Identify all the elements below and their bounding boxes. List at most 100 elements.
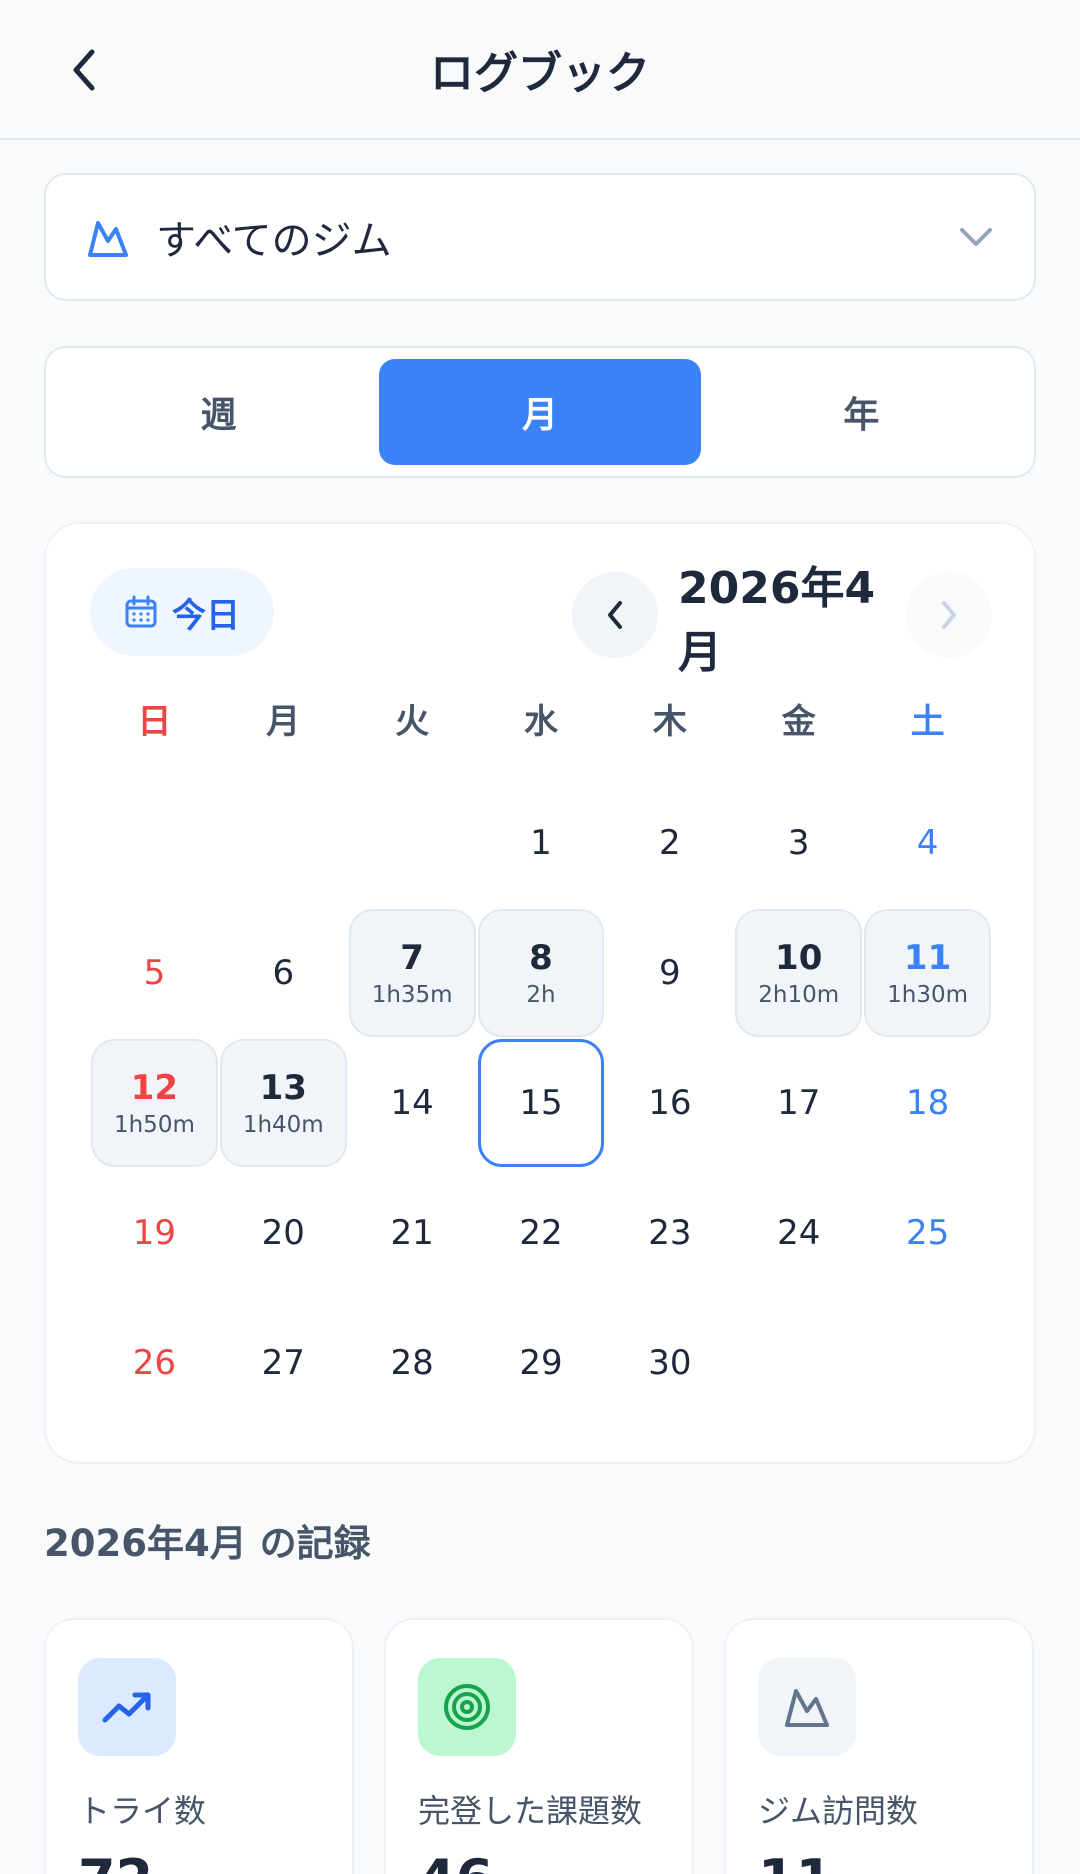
calendar-day[interactable]: 20	[220, 1169, 347, 1297]
session-duration: 1h50m	[113, 1112, 195, 1138]
back-button[interactable]	[58, 40, 110, 100]
calendar-day[interactable]: 5	[91, 909, 218, 1037]
stat-value: 46	[418, 1848, 493, 1874]
page-title: ログブック	[430, 48, 650, 99]
weekday-label: 日	[137, 701, 172, 742]
stat-value: 11	[758, 1848, 833, 1874]
tab-month[interactable]: 月	[379, 359, 701, 465]
stat-card-gym-visits: ジム訪問数 11	[724, 1618, 1034, 1874]
day-number: 25	[905, 1213, 950, 1253]
calendar-grid: 1 2 3 4 5 6 7 1h35m 8 2h 9 10 2h10m 11 1h30m 12 1h50m 13 1…	[90, 778, 992, 1428]
session-duration: 2h	[526, 982, 556, 1008]
weekday-label: 土	[910, 701, 945, 742]
calendar-day[interactable]: 27	[220, 1299, 347, 1427]
session-duration: 2h10m	[758, 982, 840, 1008]
day-number: 28	[390, 1343, 434, 1383]
calendar-day[interactable]: 26	[91, 1299, 218, 1427]
calendar-day[interactable]: 16	[606, 1039, 733, 1167]
target-icon	[418, 1658, 516, 1756]
calendar-day[interactable]: 8 2h	[477, 909, 605, 1037]
next-month-button[interactable]	[906, 572, 992, 658]
day-number: 27	[261, 1343, 305, 1383]
day-number: 5	[143, 953, 166, 993]
day-number: 21	[390, 1213, 434, 1253]
calendar-day[interactable]: 15	[477, 1039, 605, 1167]
day-number: 1	[530, 823, 552, 863]
calendar-day[interactable]: 18	[864, 1039, 991, 1167]
calendar-day[interactable]: 2	[606, 779, 733, 907]
calendar-empty-cell	[349, 779, 476, 907]
day-number: 29	[519, 1343, 563, 1383]
calendar-day[interactable]: 10 2h10m	[735, 909, 863, 1037]
mountain-icon	[88, 221, 128, 257]
calendar-day[interactable]: 19	[91, 1169, 218, 1297]
today-button[interactable]: 今日	[90, 568, 274, 656]
day-number: 3	[787, 823, 810, 863]
trending-up-icon	[78, 1658, 176, 1756]
tab-year[interactable]: 年	[701, 359, 1022, 465]
day-number: 30	[648, 1343, 692, 1383]
day-number: 10	[775, 938, 823, 978]
day-number: 16	[648, 1083, 692, 1123]
summary-title: 2026年4月 の記録	[44, 1522, 371, 1565]
calendar-day[interactable]: 23	[606, 1169, 733, 1297]
chevron-down-icon	[960, 228, 992, 246]
calendar-day[interactable]: 22	[478, 1169, 605, 1297]
calendar-day[interactable]: 3	[735, 779, 862, 907]
calendar-day[interactable]: 13 1h40m	[219, 1039, 347, 1167]
day-number: 23	[648, 1213, 692, 1253]
gym-filter-select[interactable]: すべてのジム	[44, 173, 1036, 301]
mountain-icon	[758, 1658, 856, 1756]
day-number: 7	[400, 938, 424, 978]
chevron-right-icon	[942, 601, 956, 629]
day-number: 12	[130, 1068, 179, 1108]
calendar-day[interactable]: 25	[864, 1169, 991, 1297]
month-label: 2026年4月	[678, 563, 876, 678]
session-duration: 1h40m	[242, 1112, 324, 1138]
chevron-left-icon	[608, 601, 622, 629]
calendar-day[interactable]: 21	[349, 1169, 476, 1297]
day-number: 2	[659, 823, 681, 863]
tab-week[interactable]: 週	[58, 359, 379, 465]
day-number: 18	[905, 1083, 950, 1123]
day-number: 15	[519, 1083, 563, 1123]
calendar-day[interactable]: 6	[220, 909, 347, 1037]
prev-month-button[interactable]	[572, 572, 658, 658]
day-number: 14	[390, 1083, 434, 1123]
stat-label: ジム訪問数	[758, 1792, 919, 1830]
calendar-day[interactable]: 12 1h50m	[91, 1039, 218, 1167]
day-number: 6	[272, 953, 295, 993]
day-number: 9	[659, 953, 681, 993]
weekday-label: 木	[652, 701, 687, 742]
gym-filter-label: すべてのジム	[156, 218, 392, 264]
session-duration: 1h30m	[887, 982, 969, 1008]
calendar-day[interactable]: 4	[864, 779, 991, 907]
stat-card-tries: トライ数 72	[44, 1618, 354, 1874]
calendar-day[interactable]: 11 1h30m	[864, 909, 991, 1037]
session-duration: 1h35m	[371, 982, 453, 1008]
calendar-day[interactable]: 30	[606, 1299, 733, 1427]
calendar-empty-cell	[220, 779, 347, 907]
day-number: 4	[916, 823, 939, 863]
calendar-empty-cell	[91, 779, 218, 907]
day-number: 22	[519, 1213, 563, 1253]
day-number: 20	[261, 1213, 305, 1253]
stat-value: 72	[78, 1848, 153, 1874]
calendar-day[interactable]: 1	[478, 779, 605, 907]
calendar-day[interactable]: 29	[478, 1299, 605, 1427]
day-number: 8	[529, 938, 553, 978]
calendar-day[interactable]: 9	[606, 909, 733, 1037]
weekday-label: 金	[781, 701, 816, 742]
calendar-day[interactable]: 14	[349, 1039, 476, 1167]
calendar-day[interactable]: 17	[735, 1039, 862, 1167]
app-header: ログブック	[0, 0, 1080, 140]
calendar-day[interactable]: 28	[349, 1299, 476, 1427]
day-number: 13	[259, 1068, 307, 1108]
calendar-day[interactable]: 7 1h35m	[348, 909, 476, 1037]
calendar-card: 今日 2026年4月 日月火水木金土 1 2 3 4 5 6 7 1h35m 8 2h 9 10 2h1…	[44, 522, 1036, 1464]
stat-label: 完登した課題数	[418, 1792, 643, 1830]
stat-label: トライ数	[78, 1792, 207, 1830]
calendar-day[interactable]: 24	[735, 1169, 862, 1297]
calendar-icon	[125, 595, 157, 628]
weekday-label: 月	[266, 701, 301, 742]
